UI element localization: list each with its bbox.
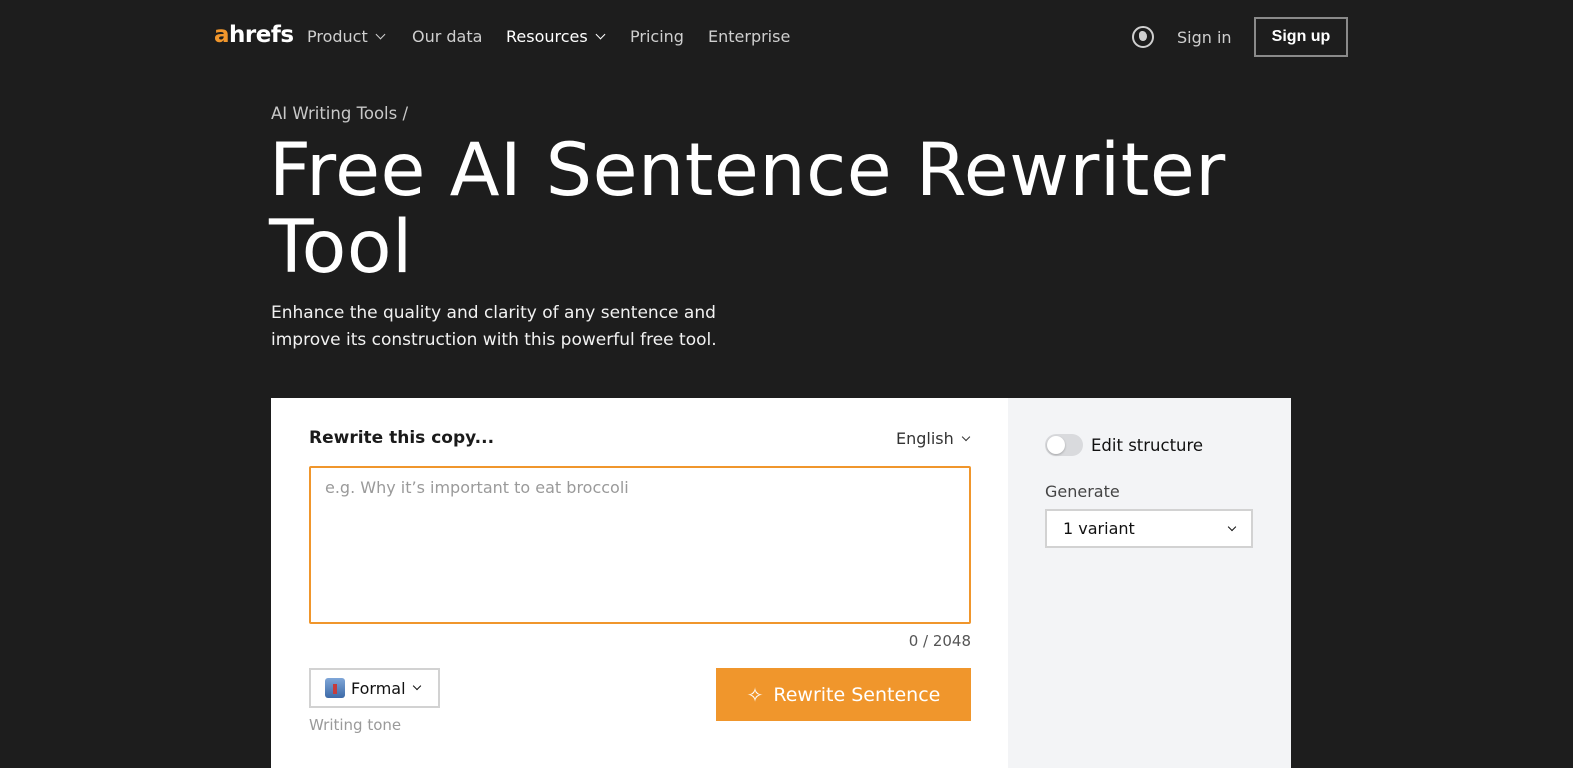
rewrite-input[interactable]	[309, 466, 971, 624]
chevron-down-icon	[412, 681, 421, 691]
nav-resources-label: Resources	[506, 27, 588, 46]
writing-tone-label: Writing tone	[309, 716, 402, 734]
sparkle-icon: ✧	[746, 682, 764, 707]
writing-tone-select[interactable]: Formal	[309, 668, 440, 708]
sign-up-button[interactable]: Sign up	[1254, 17, 1348, 57]
logo-accent: a	[214, 22, 230, 48]
rewriter-tool-card: Rewrite this copy... English 0 / 2048 Fo…	[271, 398, 1291, 768]
chevron-down-icon	[961, 432, 971, 441]
nav-pricing-label: Pricing	[630, 27, 684, 46]
nav-enterprise[interactable]: Enterprise	[708, 27, 790, 46]
nav-enterprise-label: Enterprise	[708, 27, 791, 46]
options-panel: Edit structure Generate 1 variant	[1008, 398, 1291, 768]
sign-in-link[interactable]: Sign in	[1177, 28, 1232, 47]
top-nav: ahrefs Product Our data Resources Pricin…	[0, 0, 1573, 76]
input-panel: Rewrite this copy... English 0 / 2048 Fo…	[271, 398, 1008, 768]
language-select[interactable]: English	[896, 429, 971, 448]
logo-text: hrefs	[229, 22, 294, 48]
writing-tone-value: Formal	[351, 678, 406, 698]
page-subtitle: Enhance the quality and clarity of any s…	[271, 303, 717, 350]
generate-variants-value: 1 variant	[1063, 519, 1135, 538]
generate-variants-select[interactable]: 1 variant	[1045, 509, 1253, 548]
input-label: Rewrite this copy...	[309, 428, 495, 448]
rewrite-sentence-button[interactable]: ✧ Rewrite Sentence	[716, 668, 971, 721]
edit-structure-label: Edit structure	[1091, 436, 1204, 455]
nav-product[interactable]: Product	[307, 27, 386, 46]
nav-resources[interactable]: Resources	[506, 27, 606, 46]
character-counter: 0 / 2048	[908, 632, 971, 650]
chevron-down-icon	[1227, 522, 1237, 531]
nav-our-data[interactable]: Our data	[412, 27, 482, 46]
nav-our-data-label: Our data	[412, 27, 483, 46]
globe-icon[interactable]	[1132, 26, 1154, 48]
generate-label: Generate	[1045, 482, 1120, 501]
rewrite-sentence-label: Rewrite Sentence	[773, 683, 941, 706]
language-value: English	[896, 429, 954, 448]
ahrefs-logo[interactable]: ahrefs	[214, 22, 294, 48]
necktie-shirt-icon	[325, 678, 345, 698]
nav-product-label: Product	[307, 27, 368, 46]
nav-pricing[interactable]: Pricing	[630, 27, 684, 46]
breadcrumb[interactable]: AI Writing Tools /	[271, 104, 408, 123]
edit-structure-toggle[interactable]	[1045, 434, 1083, 456]
chevron-down-icon	[595, 29, 606, 40]
page-title: Free AI Sentence Rewriter Tool	[269, 128, 1226, 290]
chevron-down-icon	[375, 29, 386, 40]
